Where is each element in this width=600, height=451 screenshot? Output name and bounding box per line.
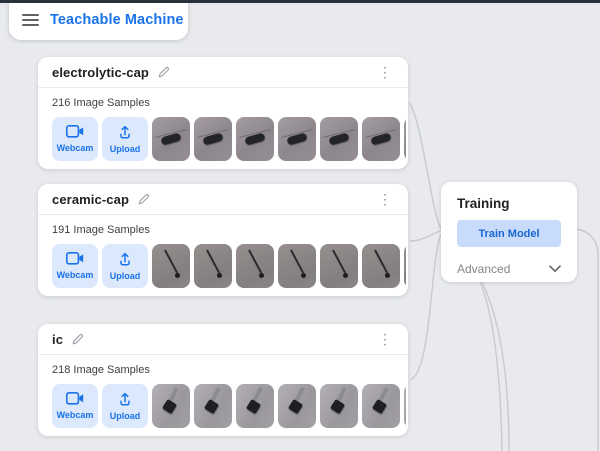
class-card-body: 218 Image Samples Webcam Upload (38, 355, 408, 428)
sample-thumbnail[interactable] (194, 244, 232, 288)
sample-thumbnail[interactable] (320, 384, 358, 428)
webcam-button[interactable]: Webcam (52, 384, 98, 428)
upload-button[interactable]: Upload (102, 384, 148, 428)
upload-button[interactable]: Upload (102, 244, 148, 288)
video-camera-icon (66, 252, 84, 268)
sample-count-label: 218 Image Samples (52, 364, 408, 376)
class-card-header: ic ⋮ (38, 324, 408, 355)
sample-thumbnail[interactable] (404, 244, 406, 288)
video-camera-icon (66, 125, 84, 141)
class-name-label: ceramic-cap (52, 192, 129, 207)
pencil-edit-icon[interactable] (137, 193, 150, 206)
class-card-header: ceramic-cap ⋮ (38, 184, 408, 215)
webcam-button[interactable]: Webcam (52, 117, 98, 161)
kebab-menu-icon[interactable]: ⋮ (374, 63, 396, 81)
training-panel: Training Train Model Advanced (441, 182, 577, 282)
advanced-label: Advanced (457, 262, 510, 276)
advanced-toggle[interactable]: Advanced (457, 260, 561, 278)
sample-row: Webcam Upload (52, 117, 406, 161)
webcam-button-label: Webcam (57, 270, 94, 280)
kebab-menu-icon[interactable]: ⋮ (374, 190, 396, 208)
sample-thumbnail[interactable] (236, 244, 274, 288)
sample-count-label: 216 Image Samples (52, 97, 408, 109)
webcam-button-label: Webcam (57, 410, 94, 420)
upload-button-label: Upload (110, 411, 141, 421)
sample-thumbnail[interactable] (194, 384, 232, 428)
webcam-button-label: Webcam (57, 143, 94, 153)
class-card-ceramic-cap: ceramic-cap ⋮ 191 Image Samples Webcam U… (38, 184, 408, 296)
sample-thumbnail-gallery[interactable] (152, 384, 406, 428)
sample-thumbnail[interactable] (320, 117, 358, 161)
sample-thumbnail[interactable] (278, 244, 316, 288)
train-model-button[interactable]: Train Model (457, 220, 561, 247)
class-card-body: 191 Image Samples Webcam Upload (38, 215, 408, 288)
app-title: Teachable Machine (50, 12, 184, 28)
sample-thumbnail[interactable] (152, 384, 190, 428)
sample-thumbnail[interactable] (278, 384, 316, 428)
sample-thumbnail[interactable] (278, 117, 316, 161)
sample-thumbnail[interactable] (194, 117, 232, 161)
class-card-header: electrolytic-cap ⋮ (38, 57, 408, 88)
sample-count-label: 191 Image Samples (52, 224, 408, 236)
video-camera-icon (66, 392, 84, 408)
upload-arrow-icon (118, 392, 132, 409)
upload-button-label: Upload (110, 144, 141, 154)
sample-row: Webcam Upload (52, 384, 406, 428)
app-header: Teachable Machine (9, 0, 188, 40)
upload-button-label: Upload (110, 271, 141, 281)
sample-thumbnail[interactable] (320, 244, 358, 288)
upload-arrow-icon (118, 252, 132, 269)
sample-thumbnail[interactable] (236, 384, 274, 428)
sample-thumbnail[interactable] (152, 117, 190, 161)
training-panel-title: Training (457, 196, 561, 211)
sample-thumbnail[interactable] (404, 117, 406, 161)
webcam-button[interactable]: Webcam (52, 244, 98, 288)
upload-arrow-icon (118, 125, 132, 142)
class-name-label: ic (52, 332, 63, 347)
window-top-strip (0, 0, 600, 3)
sample-thumbnail[interactable] (404, 384, 406, 428)
pencil-edit-icon[interactable] (157, 66, 170, 79)
kebab-menu-icon[interactable]: ⋮ (374, 330, 396, 348)
sample-thumbnail[interactable] (236, 117, 274, 161)
sample-thumbnail[interactable] (362, 244, 400, 288)
sample-thumbnail[interactable] (152, 244, 190, 288)
sample-thumbnail-gallery[interactable] (152, 117, 406, 161)
sample-thumbnail-gallery[interactable] (152, 244, 406, 288)
chevron-down-icon (549, 260, 561, 278)
upload-button[interactable]: Upload (102, 117, 148, 161)
pencil-edit-icon[interactable] (71, 333, 84, 346)
class-card-body: 216 Image Samples Webcam Upload (38, 88, 408, 161)
sample-row: Webcam Upload (52, 244, 406, 288)
class-card-electrolytic-cap: electrolytic-cap ⋮ 216 Image Samples Web… (38, 57, 408, 169)
sample-thumbnail[interactable] (362, 384, 400, 428)
class-name-label: electrolytic-cap (52, 65, 149, 80)
hamburger-menu-icon[interactable] (22, 14, 39, 26)
class-card-ic: ic ⋮ 218 Image Samples Webcam Upload (38, 324, 408, 436)
sample-thumbnail[interactable] (362, 117, 400, 161)
